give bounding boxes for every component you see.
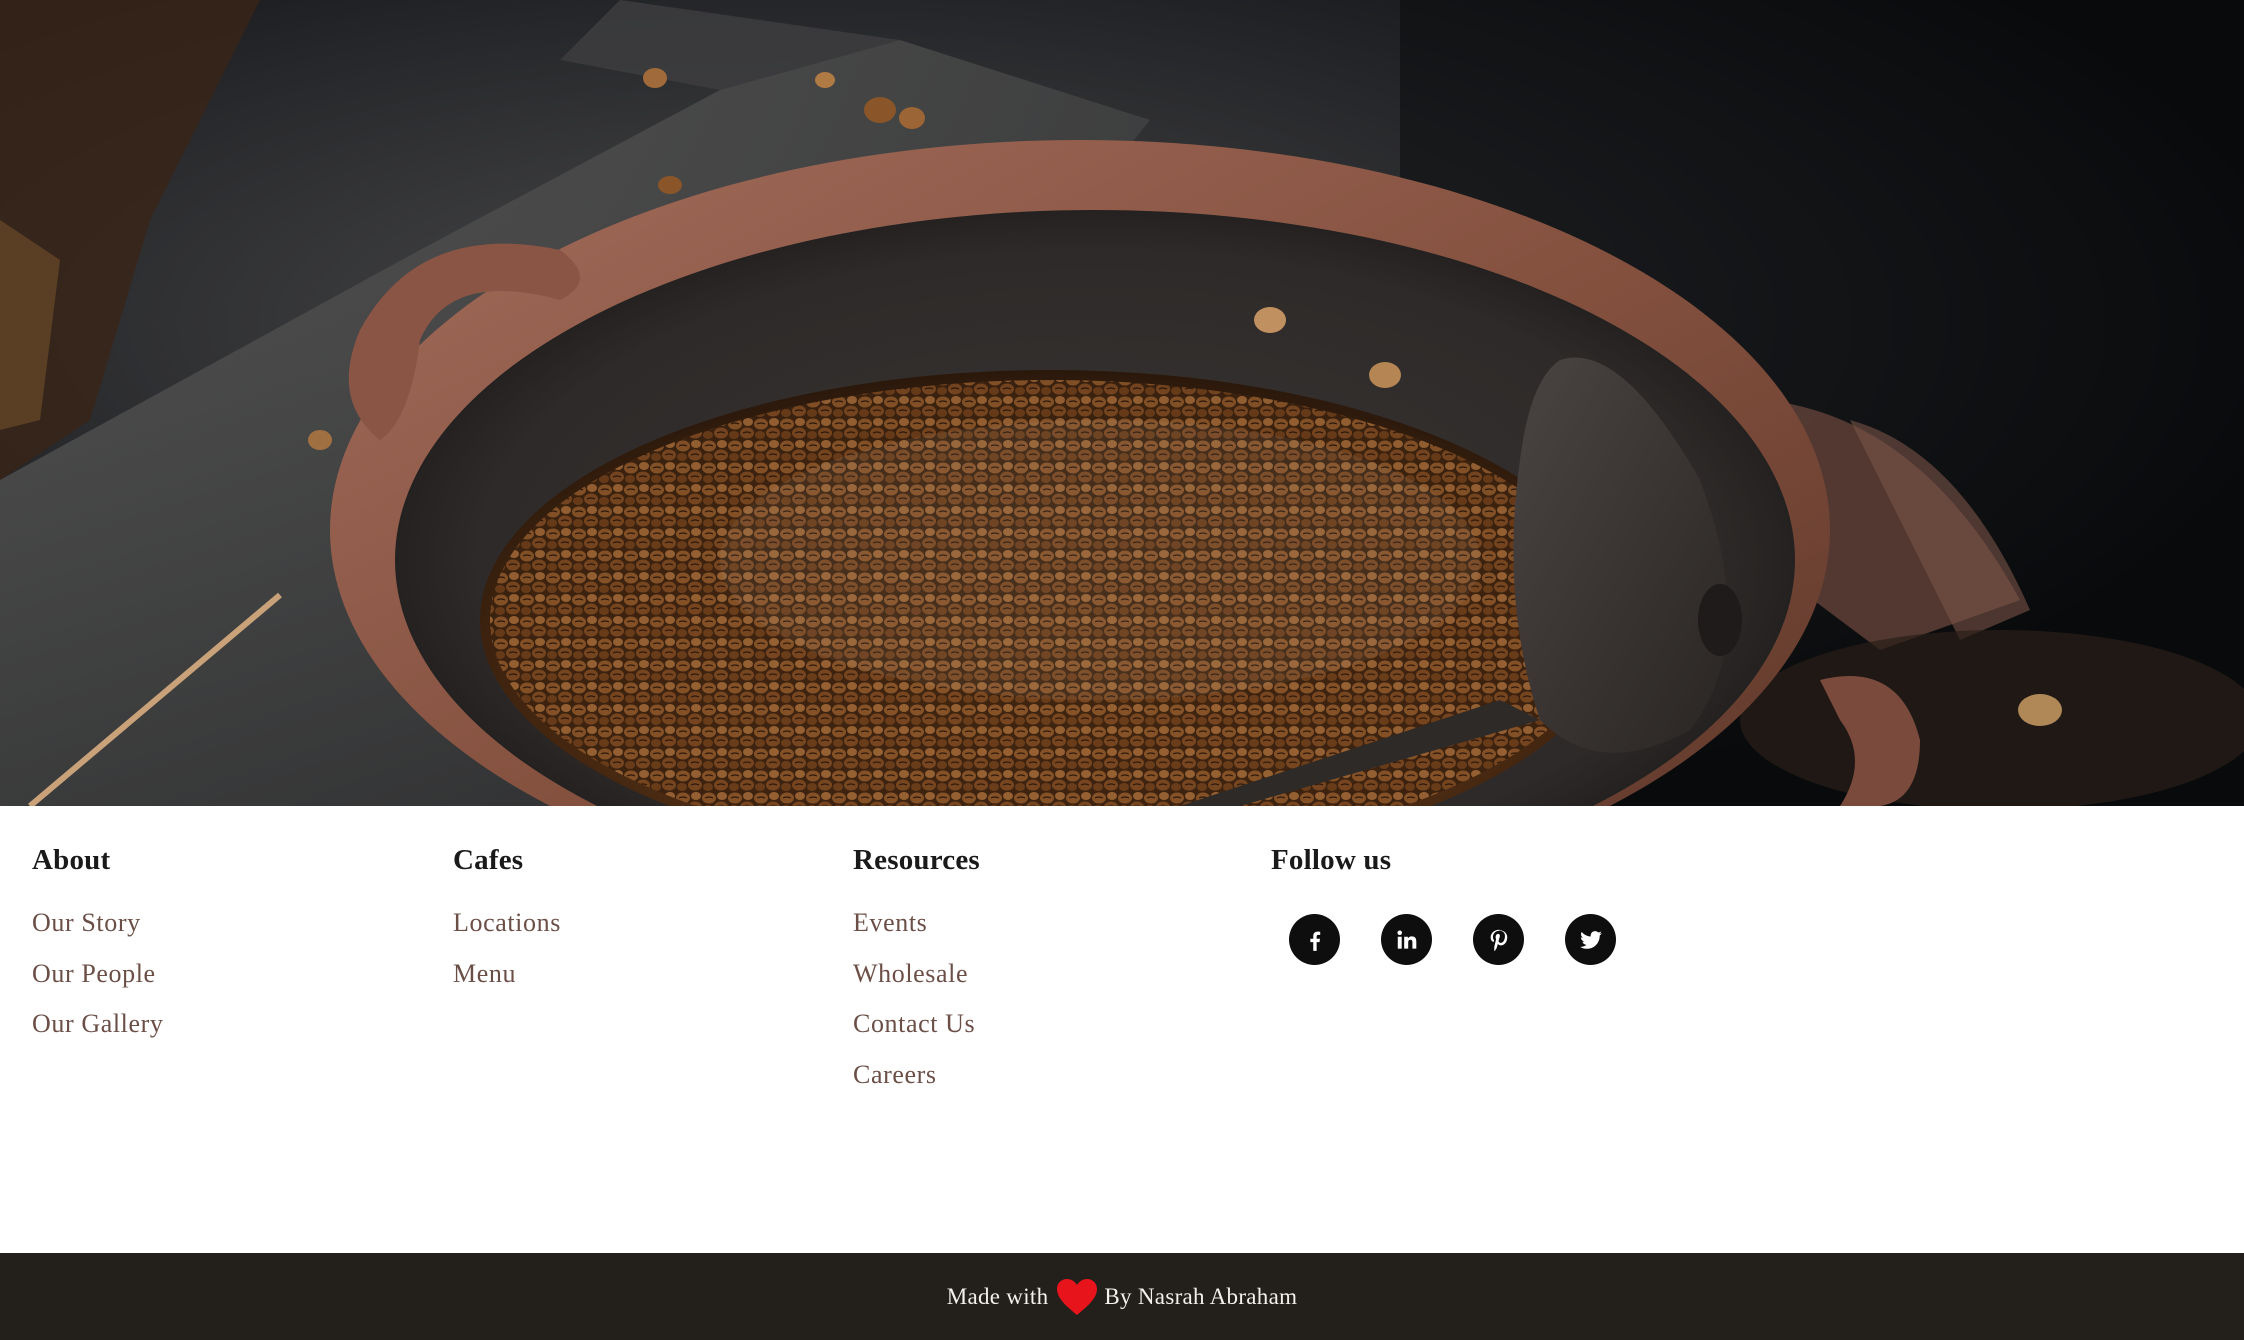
link-our-gallery[interactable]: Our Gallery <box>32 1009 164 1038</box>
made-with-text: Made with <box>946 1283 1049 1309</box>
list-item: Menu <box>453 949 561 1000</box>
pinterest-icon <box>1490 929 1507 951</box>
coffee-roasting-photo <box>0 0 2244 806</box>
footer-link-list: Locations Menu <box>453 898 561 999</box>
link-locations[interactable]: Locations <box>453 908 561 937</box>
list-item: Careers <box>853 1050 980 1101</box>
author-credit: By Nasrah Abraham <box>1104 1283 1298 1309</box>
footer-column-about: About Our Story Our People Our Gallery <box>32 838 164 1050</box>
facebook-button[interactable] <box>1289 914 1340 965</box>
social-links <box>1289 914 1616 965</box>
facebook-icon <box>1309 931 1320 951</box>
footer-link-list: Our Story Our People Our Gallery <box>32 898 164 1050</box>
footer-heading-cafes: Cafes <box>453 844 524 876</box>
linkedin-icon <box>1396 929 1416 949</box>
linkedin-button[interactable] <box>1381 914 1432 965</box>
footer-column-cafes: Cafes Locations Menu <box>453 838 561 999</box>
link-menu[interactable]: Menu <box>453 959 516 988</box>
list-item: Our People <box>32 949 164 1000</box>
credit-bar: Made with By Nasrah Abraham <box>0 1253 2244 1340</box>
twitter-button[interactable] <box>1565 914 1616 965</box>
footer-heading-follow: Follow us <box>1271 844 1392 876</box>
link-careers[interactable]: Careers <box>853 1060 937 1089</box>
twitter-icon <box>1579 930 1602 949</box>
list-item: Our Gallery <box>32 999 164 1050</box>
link-wholesale[interactable]: Wholesale <box>853 959 968 988</box>
footer-column-follow: Follow us <box>1271 838 1616 965</box>
list-item: Locations <box>453 898 561 949</box>
link-events[interactable]: Events <box>853 908 927 937</box>
footer-heading-resources: Resources <box>853 844 980 876</box>
link-contact-us[interactable]: Contact Us <box>853 1009 975 1038</box>
list-item: Wholesale <box>853 949 980 1000</box>
pinterest-button[interactable] <box>1473 914 1524 965</box>
link-our-people[interactable]: Our People <box>32 959 156 988</box>
hero-image <box>0 0 2244 806</box>
footer-column-resources: Resources Events Wholesale Contact Us Ca… <box>853 838 980 1100</box>
list-item: Events <box>853 898 980 949</box>
heart-icon <box>1056 1278 1098 1316</box>
list-item: Our Story <box>32 898 164 949</box>
link-our-story[interactable]: Our Story <box>32 908 141 937</box>
footer-link-list: Events Wholesale Contact Us Careers <box>853 898 980 1100</box>
footer-heading-about: About <box>32 844 111 876</box>
list-item: Contact Us <box>853 999 980 1050</box>
footer-links: About Our Story Our People Our Gallery C… <box>0 806 2244 1253</box>
